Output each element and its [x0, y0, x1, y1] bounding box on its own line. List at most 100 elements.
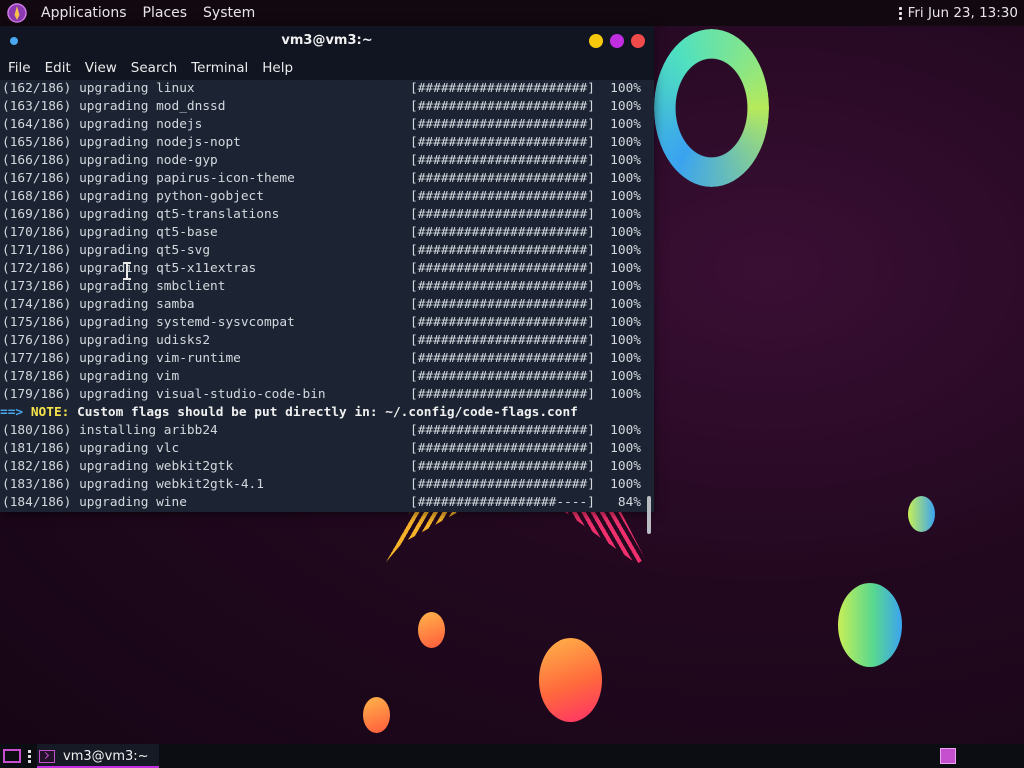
package-progress-text: (177/186)	[2, 351, 72, 366]
distro-logo-icon[interactable]	[7, 3, 27, 23]
line-label: (164/186) upgrading nodejs	[2, 116, 202, 134]
progress-bar: [######################]	[410, 387, 595, 402]
terminal-line: (182/186) upgrading webkit2gtk [#########…	[0, 458, 645, 476]
note-arrow: ==>	[0, 405, 24, 420]
terminal-line: (176/186) upgrading udisks2 [############…	[0, 332, 645, 350]
menu-terminal[interactable]: Terminal	[184, 56, 255, 80]
package-action-text: upgrading vim	[79, 369, 180, 384]
progress-bar: [######################]	[410, 81, 595, 96]
package-progress-text: (164/186)	[2, 117, 72, 132]
terminal-icon	[39, 749, 55, 763]
package-progress-text: (176/186)	[2, 333, 72, 348]
terminal-line: (169/186) upgrading qt5-translations [###…	[0, 206, 645, 224]
panel-grip-icon[interactable]	[28, 749, 31, 763]
progress-percent: 100%	[610, 369, 641, 384]
package-progress-text: (181/186)	[2, 441, 72, 456]
progress-bar: [######################]	[410, 279, 595, 294]
line-label: (176/186) upgrading udisks2	[2, 332, 210, 350]
terminal-line: (172/186) upgrading qt5-x11extras [######…	[0, 260, 645, 278]
package-action-text: upgrading mod_dnssd	[79, 99, 226, 114]
package-progress-text: (172/186)	[2, 261, 72, 276]
show-desktop-icon[interactable]	[3, 749, 21, 763]
progress-bar: [######################]	[410, 459, 595, 474]
progress-percent: 100%	[610, 207, 641, 222]
package-progress-text: (165/186)	[2, 135, 72, 150]
menu-applications[interactable]: Applications	[33, 0, 135, 26]
terminal-line: (177/186) upgrading vim-runtime [########…	[0, 350, 645, 368]
terminal-output[interactable]: (162/186) upgrading linux [##############…	[0, 80, 645, 512]
menu-file[interactable]: File	[1, 56, 38, 80]
wallpaper-blob-shape	[539, 638, 602, 722]
progress-percent: 100%	[610, 117, 641, 132]
maximize-button[interactable]	[610, 34, 624, 48]
progress-percent: 100%	[610, 153, 641, 168]
line-label: (162/186) upgrading linux	[2, 80, 195, 98]
close-button[interactable]	[631, 34, 645, 48]
package-action-text: upgrading wine	[79, 495, 187, 510]
note-label: NOTE:	[30, 405, 70, 420]
note-message: Custom flags should be put directly in: …	[77, 405, 578, 420]
package-progress-text: (167/186)	[2, 171, 72, 186]
terminal-line: (170/186) upgrading qt5-base [###########…	[0, 224, 645, 242]
taskbar-item-terminal[interactable]: vm3@vm3:~	[37, 744, 159, 768]
package-progress-text: (166/186)	[2, 153, 72, 168]
package-action-text: upgrading systemd-sysvcompat	[79, 315, 295, 330]
package-action-text: upgrading qt5-translations	[79, 207, 280, 222]
package-action-text: upgrading vlc	[79, 441, 180, 456]
terminal-note-line: ==> NOTE: Custom flags should be put dir…	[0, 404, 645, 422]
progress-bar: [######################]	[410, 135, 595, 150]
minimize-button[interactable]	[589, 34, 603, 48]
terminal-line: (168/186) upgrading python-gobject [#####…	[0, 188, 645, 206]
progress-percent: 100%	[610, 135, 641, 150]
panel-handle-icon[interactable]	[898, 6, 902, 20]
progress-bar: [######################]	[410, 477, 595, 492]
menu-view[interactable]: View	[78, 56, 124, 80]
text-cursor-icon	[123, 262, 131, 280]
wallpaper-blob-shape	[838, 583, 902, 667]
window-titlebar[interactable]: vm3@vm3:~	[0, 26, 654, 56]
progress-percent: 100%	[610, 315, 641, 330]
progress-bar: [######################]	[410, 441, 595, 456]
wallpaper-stripes-shape	[384, 512, 458, 564]
progress-percent: 100%	[610, 189, 641, 204]
progress-percent: 100%	[610, 99, 641, 114]
terminal-line: (175/186) upgrading systemd-sysvcompat [#…	[0, 314, 645, 332]
wallpaper-blob-shape	[418, 612, 445, 648]
progress-percent: 84%	[617, 495, 641, 510]
menu-places[interactable]: Places	[135, 0, 196, 26]
package-progress-text: (170/186)	[2, 225, 72, 240]
progress-bar: [##################----]	[410, 495, 595, 510]
package-progress-text: (171/186)	[2, 243, 72, 258]
line-label: (171/186) upgrading qt5-svg	[2, 242, 210, 260]
package-action-text: upgrading samba	[79, 297, 195, 312]
terminal-scrollbar[interactable]	[647, 496, 651, 534]
package-action-text: upgrading node-gyp	[79, 153, 218, 168]
progress-percent: 100%	[610, 225, 641, 240]
progress-bar: [######################]	[410, 351, 595, 366]
package-action-text: upgrading qt5-svg	[79, 243, 211, 258]
menu-edit[interactable]: Edit	[38, 56, 78, 80]
line-label: (177/186) upgrading vim-runtime	[2, 350, 241, 368]
terminal-line: (164/186) upgrading nodejs [#############…	[0, 116, 645, 134]
clock[interactable]: Fri Jun 23, 13:30	[908, 5, 1018, 21]
taskbar-item-label: vm3@vm3:~	[63, 748, 149, 764]
package-progress-text: (168/186)	[2, 189, 72, 204]
menu-search[interactable]: Search	[124, 56, 184, 80]
package-action-text: upgrading papirus-icon-theme	[79, 171, 295, 186]
terminal-line: (184/186) upgrading wine [###############…	[0, 494, 645, 512]
wallpaper-blob-shape	[363, 697, 390, 733]
terminal-line: (180/186) installing aribb24 [###########…	[0, 422, 645, 440]
terminal-line: (167/186) upgrading papirus-icon-theme [#…	[0, 170, 645, 188]
menu-system[interactable]: System	[195, 0, 263, 26]
wallpaper-blob-shape	[908, 496, 935, 532]
workspace-pager-icon[interactable]	[940, 748, 956, 764]
line-label: (181/186) upgrading vlc	[2, 440, 179, 458]
package-action-text: upgrading vim-runtime	[79, 351, 241, 366]
line-label: (175/186) upgrading systemd-sysvcompat	[2, 314, 295, 332]
line-label: (166/186) upgrading node-gyp	[2, 152, 218, 170]
line-label: (168/186) upgrading python-gobject	[2, 188, 264, 206]
package-action-text: upgrading qt5-x11extras	[79, 261, 257, 276]
menu-help[interactable]: Help	[255, 56, 300, 80]
line-label: (179/186) upgrading visual-studio-code-b…	[2, 386, 326, 404]
package-action-text: upgrading webkit2gtk	[79, 459, 234, 474]
